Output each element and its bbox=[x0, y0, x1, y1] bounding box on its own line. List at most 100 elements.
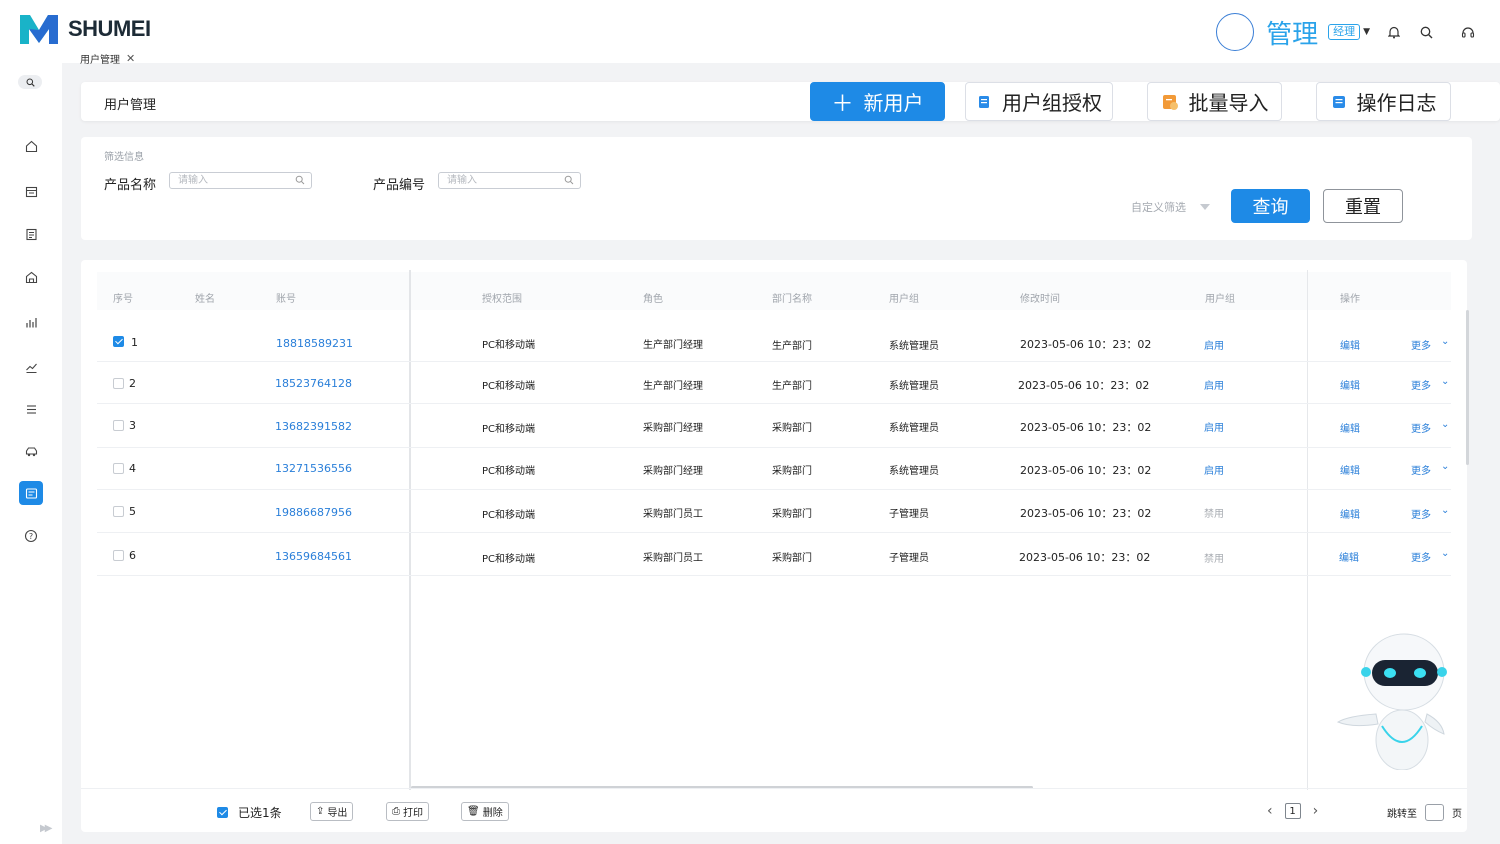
col-header-dept: 部门名称 bbox=[772, 294, 812, 305]
status-badge[interactable]: 启用 bbox=[1204, 377, 1224, 392]
delete-button[interactable]: 🗑 删除 bbox=[461, 802, 509, 821]
role-badge: 经理 bbox=[1328, 24, 1361, 40]
prev-page-icon[interactable]: ‹ bbox=[1267, 803, 1273, 819]
sidebar: ? ▶▶ bbox=[0, 63, 62, 844]
bell-icon[interactable] bbox=[1386, 24, 1402, 40]
scope-cell: PC和移动端 bbox=[482, 424, 536, 435]
sidebar-item-car[interactable] bbox=[19, 439, 43, 463]
print-button[interactable]: ⎙ 打印 bbox=[386, 802, 429, 821]
sidebar-item-chart[interactable] bbox=[19, 310, 43, 334]
account-link[interactable]: 13659684561 bbox=[275, 550, 352, 563]
edit-link[interactable]: 编辑 bbox=[1340, 337, 1360, 352]
more-link[interactable]: 更多 bbox=[1411, 337, 1431, 352]
col-header-account: 账号 bbox=[276, 294, 296, 305]
robot-assistant-icon[interactable] bbox=[1330, 630, 1450, 770]
scope-cell: PC和移动端 bbox=[482, 340, 536, 351]
edit-link[interactable]: 编辑 bbox=[1340, 420, 1360, 435]
account-link[interactable]: 13271536556 bbox=[275, 462, 352, 475]
sidebar-item-home[interactable] bbox=[19, 134, 43, 158]
reset-button[interactable]: 重置 bbox=[1323, 189, 1403, 223]
export-icon: ⇪ bbox=[316, 806, 325, 817]
chevron-down-icon[interactable]: ⌄ bbox=[1441, 548, 1449, 559]
print-label: 打印 bbox=[403, 808, 423, 819]
edit-link[interactable]: 编辑 bbox=[1340, 377, 1360, 392]
scope-cell: PC和移动端 bbox=[482, 466, 536, 477]
sidebar-search-button[interactable] bbox=[18, 75, 42, 89]
sidebar-item-list[interactable] bbox=[19, 397, 43, 421]
current-page[interactable]: 1 bbox=[1284, 803, 1301, 819]
more-link[interactable]: 更多 bbox=[1411, 506, 1431, 521]
account-link[interactable]: 18523764128 bbox=[275, 377, 352, 390]
query-button[interactable]: 查询 bbox=[1231, 189, 1310, 223]
select-all[interactable]: 已选1条 bbox=[217, 804, 282, 821]
dept-cell: 生产部门 bbox=[772, 381, 812, 392]
product-name-placeholder: 请输入 bbox=[178, 175, 208, 186]
avatar[interactable] bbox=[1216, 13, 1255, 51]
row-checkbox[interactable] bbox=[113, 550, 124, 561]
edit-link[interactable]: 编辑 bbox=[1340, 462, 1360, 477]
expand-sidebar-icon[interactable]: ▶▶ bbox=[40, 823, 53, 834]
search-icon bbox=[295, 175, 305, 185]
chevron-down-icon[interactable]: ⌄ bbox=[1441, 505, 1449, 516]
printer-icon: ⎙ bbox=[392, 806, 400, 817]
status-badge[interactable]: 启用 bbox=[1204, 419, 1224, 434]
jump-page-input[interactable] bbox=[1425, 804, 1444, 821]
app-logo[interactable]: SHUMEI bbox=[18, 12, 151, 46]
car-icon bbox=[25, 446, 37, 456]
group-auth-label: 用户组授权 bbox=[1002, 91, 1102, 115]
row-checkbox[interactable] bbox=[113, 378, 124, 389]
batch-import-button[interactable]: 批量导入 bbox=[1147, 82, 1282, 121]
account-link[interactable]: 19886687956 bbox=[275, 506, 352, 519]
product-name-input[interactable]: 请输入 bbox=[169, 172, 312, 189]
col-header-status: 用户组 bbox=[1205, 294, 1235, 305]
status-badge[interactable]: 禁用 bbox=[1204, 505, 1224, 520]
op-log-button[interactable]: 操作日志 bbox=[1316, 82, 1451, 121]
row-checkbox[interactable] bbox=[113, 463, 124, 474]
sidebar-item-user-management[interactable] bbox=[19, 481, 43, 505]
group-auth-button[interactable]: 用户组授权 bbox=[965, 82, 1113, 121]
sidebar-item-calendar[interactable] bbox=[19, 179, 43, 203]
more-link[interactable]: 更多 bbox=[1411, 462, 1431, 477]
sidebar-item-store[interactable] bbox=[19, 265, 43, 289]
chevron-down-icon[interactable]: ⌄ bbox=[1441, 419, 1449, 430]
group-cell: 系统管理员 bbox=[889, 466, 939, 477]
custom-filter-dropdown[interactable]: 自定义筛选 bbox=[1131, 199, 1210, 215]
sidebar-item-help[interactable]: ? bbox=[19, 524, 43, 548]
new-user-button[interactable]: ＋ 新用户 bbox=[810, 82, 945, 121]
export-button[interactable]: ⇪ 导出 bbox=[310, 802, 354, 821]
close-icon[interactable]: ✕ bbox=[126, 52, 135, 65]
chevron-down-icon[interactable]: ⌄ bbox=[1441, 336, 1449, 347]
custom-filter-label: 自定义筛选 bbox=[1131, 201, 1186, 214]
chevron-down-icon[interactable]: ⌄ bbox=[1441, 461, 1449, 472]
status-badge[interactable]: 启用 bbox=[1204, 337, 1224, 352]
more-link[interactable]: 更多 bbox=[1411, 377, 1431, 392]
account-link[interactable]: 18818589231 bbox=[276, 337, 353, 350]
role-cell: 生产部门经理 bbox=[643, 381, 703, 392]
edit-link[interactable]: 编辑 bbox=[1339, 549, 1359, 564]
more-link[interactable]: 更多 bbox=[1411, 420, 1431, 435]
sidebar-item-document[interactable] bbox=[19, 222, 43, 246]
tab-user-management[interactable]: 用户管理 ✕ bbox=[80, 50, 135, 66]
edit-link[interactable]: 编辑 bbox=[1340, 506, 1360, 521]
headset-icon[interactable] bbox=[1460, 24, 1476, 40]
more-link[interactable]: 更多 bbox=[1411, 549, 1431, 564]
select-all-checkbox[interactable] bbox=[217, 807, 228, 818]
row-checkbox[interactable] bbox=[113, 336, 124, 347]
sidebar-item-trend[interactable] bbox=[19, 355, 43, 379]
row-checkbox[interactable] bbox=[113, 506, 124, 517]
row-checkbox[interactable] bbox=[113, 420, 124, 431]
product-code-input[interactable]: 请输入 bbox=[438, 172, 581, 189]
group-cell: 子管理员 bbox=[889, 509, 929, 520]
chevron-down-icon[interactable]: ▼ bbox=[1363, 27, 1370, 37]
col-header-name: 姓名 bbox=[195, 294, 215, 305]
account-link[interactable]: 13682391582 bbox=[275, 420, 352, 433]
status-badge[interactable]: 启用 bbox=[1204, 462, 1224, 477]
vertical-scrollbar[interactable] bbox=[1466, 310, 1469, 465]
col-header-scope: 授权范围 bbox=[482, 294, 522, 305]
status-badge[interactable]: 禁用 bbox=[1204, 550, 1224, 565]
user-name[interactable]: 管理 bbox=[1266, 14, 1318, 51]
product-code-placeholder: 请输入 bbox=[447, 175, 477, 186]
next-page-icon[interactable]: › bbox=[1313, 803, 1319, 819]
chevron-down-icon[interactable]: ⌄ bbox=[1441, 376, 1449, 387]
search-icon[interactable] bbox=[1418, 24, 1434, 40]
